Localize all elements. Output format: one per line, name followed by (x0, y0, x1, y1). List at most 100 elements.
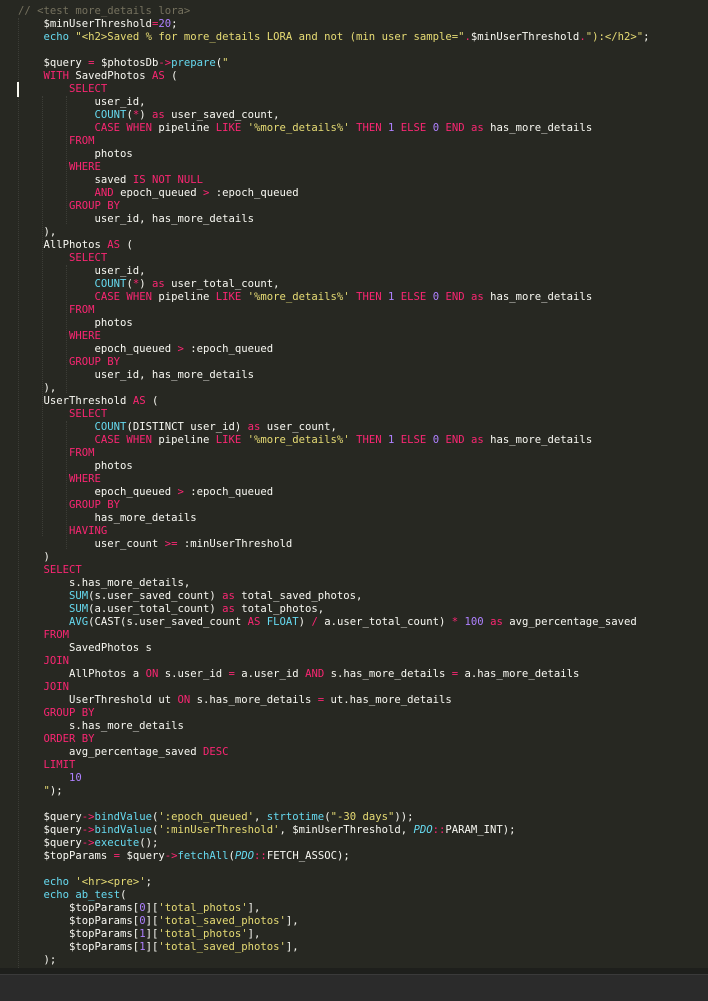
code-token: THEN (356, 434, 382, 446)
code-token: ); (502, 824, 516, 836)
code-token: $minUserThreshold (470, 31, 580, 43)
code-line: GROUP BY (0, 499, 708, 512)
code-line: avg_percentage_saved DESC (0, 746, 708, 759)
code-token: saved (18, 174, 133, 186)
code-token: a.has_more_details (458, 668, 580, 680)
code-token: s.has_more_details (18, 720, 184, 732)
code-token: user_total_count, (164, 278, 280, 290)
code-token: AllPhotos (18, 239, 108, 251)
code-token: echo (43, 889, 70, 901)
code-token: GROUP BY (69, 499, 121, 511)
code-token: as (247, 421, 261, 433)
code-token: ( (120, 889, 127, 901)
code-token: FLOAT (266, 616, 299, 628)
code-token: bindValue (94, 811, 152, 823)
code-token: ], (285, 941, 299, 953)
code-token: WHERE (69, 473, 101, 485)
code-line: CASE WHEN pipeline LIKE '%more_details%'… (0, 122, 708, 135)
code-token: as (471, 291, 484, 303)
code-token: SavedPhotos s (18, 642, 152, 654)
code-token: has_more_details (483, 434, 593, 446)
code-token: $query (18, 824, 82, 836)
code-token: END (445, 434, 465, 446)
code-token: :epoch_queued (183, 486, 274, 498)
code-token: THEN (356, 122, 382, 134)
code-line: AllPhotos AS ( (0, 239, 708, 252)
code-line: AVG(CAST(s.user_saved_count AS FLOAT) / … (0, 616, 708, 629)
code-token: has_more_details (483, 291, 593, 303)
code-line: SELECT (0, 408, 708, 421)
code-token: epoch_queued (18, 343, 178, 355)
code-token: a.user_id (234, 668, 306, 680)
code-token: :epoch_queued (183, 343, 274, 355)
code-line: GROUP BY (0, 200, 708, 213)
code-token: photos (18, 460, 133, 472)
code-token: avg_percentage_saved (18, 746, 203, 758)
code-token: ; (171, 18, 178, 30)
code-token: SELECT (69, 83, 108, 95)
code-token: AS (132, 395, 146, 407)
code-token: 'total_photos' (158, 928, 248, 940)
code-line: FROM (0, 135, 708, 148)
code-token: SUM (69, 603, 89, 615)
code-token: COUNT (94, 278, 127, 290)
code-editor[interactable]: // <test more_details lora> $minUserThre… (0, 0, 708, 968)
code-token: AND (305, 668, 325, 680)
code-token: echo (43, 876, 70, 888)
code-line: WHERE (0, 473, 708, 486)
code-token: COUNT (94, 109, 127, 121)
code-token: 'total_photos' (158, 902, 248, 914)
code-line: echo "<h2>Saved % for more_details LORA … (0, 31, 708, 44)
code-token: ':minUserThreshold' (158, 824, 280, 836)
code-token: total_photos, (234, 603, 325, 615)
code-token: has_more_details (483, 122, 593, 134)
code-token: (DISTINCT user_id) (126, 421, 248, 433)
code-token: bindValue (94, 824, 152, 836)
code-token: , (254, 811, 267, 823)
code-token: ELSE (400, 122, 427, 134)
code-token: IS NOT NULL (132, 174, 203, 186)
code-token: -> (81, 824, 95, 836)
code-token: 20 (158, 18, 172, 30)
code-line: AND epoch_queued > :epoch_queued (0, 187, 708, 200)
code-line: AllPhotos a ON s.user_id = a.user_id AND… (0, 668, 708, 681)
code-line: FROM (0, 629, 708, 642)
code-token: ( (164, 70, 178, 82)
code-line: SELECT (0, 83, 708, 96)
code-token: JOIN (43, 655, 70, 667)
code-line: saved IS NOT NULL (0, 174, 708, 187)
status-bar (0, 974, 708, 1001)
code-token: -> (81, 811, 95, 823)
code-token: photos (18, 317, 133, 329)
code-line: COUNT(*) as user_saved_count, (0, 109, 708, 122)
code-token: AND (94, 187, 114, 199)
code-token: ) (18, 551, 50, 563)
code-token: 'total_saved_photos' (158, 915, 286, 927)
code-line: COUNT(DISTINCT user_id) as user_count, (0, 421, 708, 434)
code-token: $topParams[ (18, 928, 140, 940)
code-token: >= (164, 538, 178, 550)
code-token: FROM (69, 135, 95, 147)
code-line: echo ab_test( (0, 889, 708, 902)
code-token: s.has_more_details, (18, 577, 191, 589)
code-token: $topParams[ (18, 941, 140, 953)
code-token: GROUP BY (69, 200, 121, 212)
code-line: CASE WHEN pipeline LIKE '%more_details%'… (0, 434, 708, 447)
code-token: $query (18, 811, 82, 823)
code-token: (s.user_saved_count) (88, 590, 223, 602)
code-token: END (445, 291, 465, 303)
